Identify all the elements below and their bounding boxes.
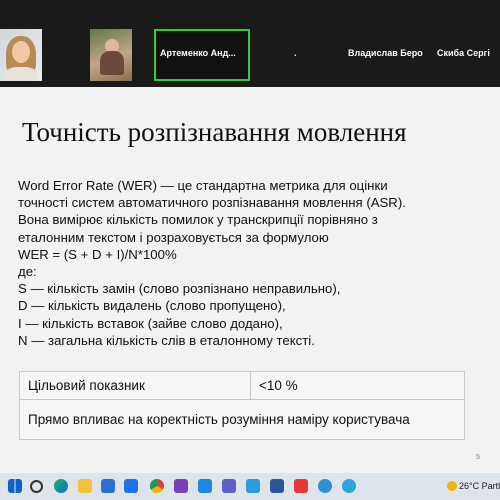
slide-line: де: — [18, 264, 37, 280]
search-icon[interactable] — [30, 480, 43, 493]
store-icon[interactable] — [101, 479, 115, 493]
edge-icon[interactable] — [54, 479, 68, 493]
slide-line: еталонним текстом і розраховується за фо… — [18, 229, 329, 245]
table-row: Прямо впливає на коректність розуміння н… — [19, 399, 465, 440]
slide-line: Word Error Rate (WER) — це стандартна ме… — [18, 178, 388, 193]
slide-line: точності систем автоматичного розпізнава… — [18, 195, 406, 211]
participant-name-6: Скиба Сергі — [437, 48, 490, 58]
taskbar: 26°C Partly — [0, 473, 500, 500]
participant-name-3: Артеменко Анд... — [160, 48, 236, 58]
slide-line: D — кількість видалень (слово пропущено)… — [18, 298, 286, 314]
start-icon[interactable] — [8, 479, 22, 493]
app-icon[interactable] — [318, 479, 332, 493]
table-cell-value: <10 % — [250, 371, 465, 400]
chrome-icon[interactable] — [150, 479, 164, 493]
teams-icon[interactable] — [222, 479, 236, 493]
slide-line: I — кількість вставок (зайве слово додан… — [18, 315, 283, 331]
slide-formula: WER = (S + D + I)/N*100% — [18, 246, 177, 262]
participant-video-1[interactable] — [0, 29, 42, 81]
slide-page-number: 5 — [476, 454, 480, 461]
participant-video-2[interactable] — [90, 29, 132, 81]
telegram-icon[interactable] — [342, 479, 356, 493]
participant-name-4: . — [294, 48, 297, 58]
participant-name-5: Владислав Беро — [348, 48, 423, 58]
slide-line: S — кількість замін (слово розпізнано не… — [18, 281, 341, 297]
table-cell-note: Прямо впливає на коректність розуміння н… — [19, 399, 465, 440]
weather-text[interactable]: 26°C Partly — [459, 481, 500, 491]
file-explorer-icon[interactable] — [78, 479, 92, 493]
slide-title: Точність розпізнавання мовлення — [22, 117, 407, 147]
metrics-table: Цільовий показник <10 % Прямо впливає на… — [19, 371, 465, 440]
shared-slide: Точність розпізнавання мовлення Word Err… — [0, 87, 500, 473]
mail-icon[interactable] — [124, 479, 138, 493]
app-icon[interactable] — [246, 479, 260, 493]
app-icon[interactable] — [294, 479, 308, 493]
slide-line: N — загальна кількість слів в еталонному… — [18, 332, 315, 348]
app-icon[interactable] — [198, 479, 212, 493]
table-row: Цільовий показник <10 % — [19, 371, 465, 400]
app-icon[interactable] — [174, 479, 188, 493]
word-icon[interactable] — [270, 479, 284, 493]
table-cell-label: Цільовий показник — [19, 371, 251, 400]
slide-line: Вона вимірює кількість помилок у транскр… — [18, 212, 378, 228]
participants-strip: Артеменко Анд... . Владислав Беро Скиба … — [0, 0, 500, 87]
slide-body: Word Error Rate (WER) — це стандартна ме… — [18, 177, 488, 349]
weather-icon[interactable] — [447, 481, 457, 491]
